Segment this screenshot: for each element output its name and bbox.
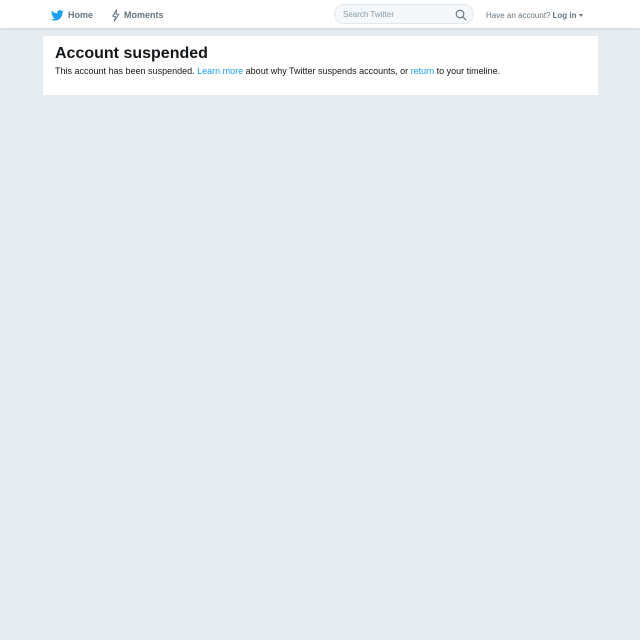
page-title: Account suspended [55, 45, 208, 62]
twitter-bird-icon [51, 9, 64, 21]
have-account-text: Have an account? [486, 10, 551, 20]
caret-down-icon [578, 14, 583, 17]
suspended-message-card: Account suspended This account has been … [43, 36, 598, 95]
login-dropdown-button[interactable]: Log in [553, 11, 583, 20]
suspension-message: This account has been suspended. Learn m… [55, 66, 500, 76]
search-box [334, 4, 474, 24]
nav-home-label: Home [68, 10, 94, 20]
message-prefix: This account has been suspended. [55, 66, 195, 76]
top-navigation-bar: Home Moments Have an account? Log in [0, 0, 640, 29]
message-middle: about why Twitter suspends accounts, or [245, 66, 409, 76]
learn-more-link[interactable]: Learn more [197, 66, 243, 76]
nav-home-link[interactable]: Home [51, 7, 93, 23]
nav-moments-link[interactable]: Moments [110, 7, 164, 23]
search-input[interactable] [343, 7, 451, 21]
search-icon[interactable] [455, 8, 467, 21]
nav-moments-label: Moments [124, 10, 164, 20]
lightning-bolt-icon [110, 8, 121, 22]
login-label: Log in [552, 10, 577, 20]
message-suffix: to your timeline. [436, 66, 501, 76]
return-link[interactable]: return [411, 66, 435, 76]
login-area: Have an account? Log in [486, 9, 583, 21]
